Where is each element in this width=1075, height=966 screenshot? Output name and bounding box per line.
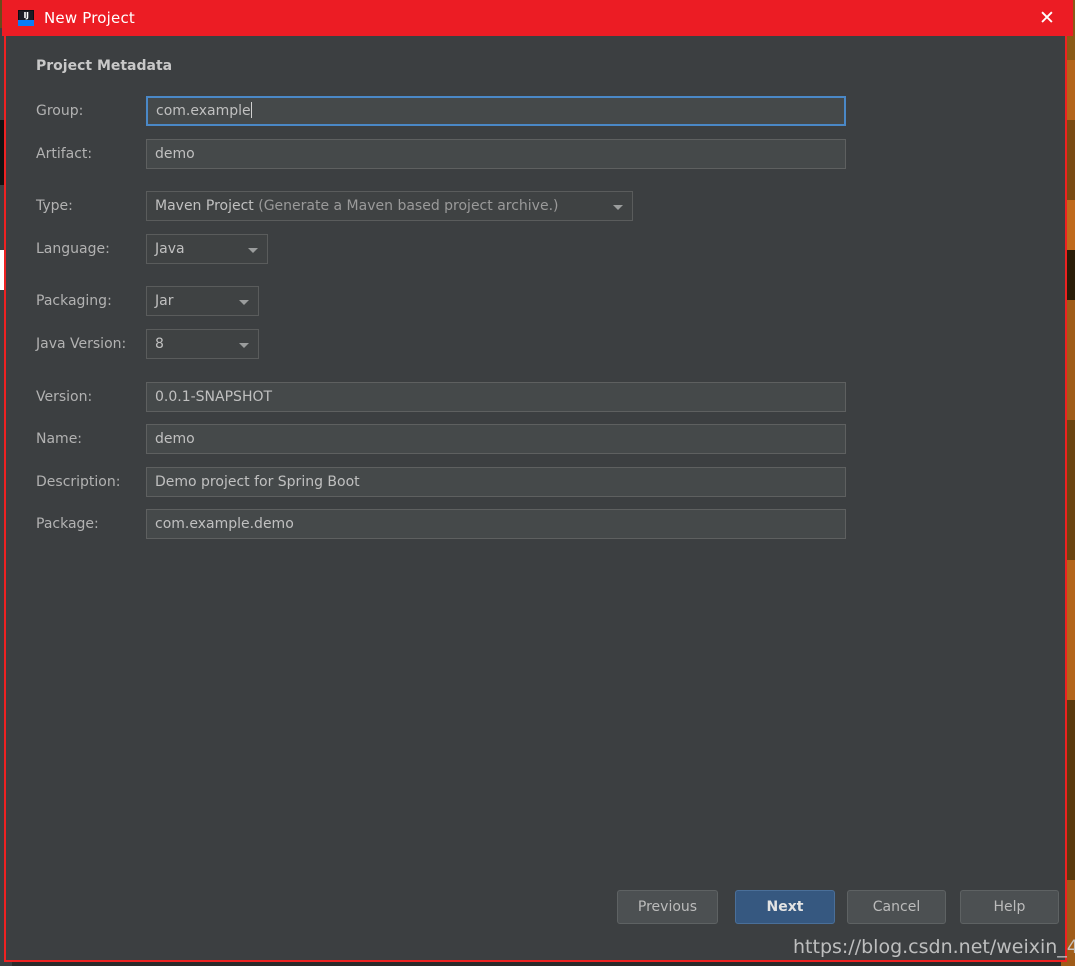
java-version-dropdown-value: 8 (155, 336, 164, 352)
next-button[interactable]: Next (735, 890, 835, 924)
type-dropdown-value: Maven Project (155, 198, 254, 214)
artifact-input[interactable]: demo (146, 139, 846, 169)
language-dropdown[interactable]: Java (146, 234, 268, 264)
label-artifact: Artifact: (36, 146, 93, 162)
dialog-title-bar: IJ New Project ✕ (2, 0, 1073, 36)
dialog-title: New Project (44, 9, 136, 27)
chevron-down-icon (239, 300, 249, 305)
dialog-footer: Previous Next Cancel Help (6, 890, 1065, 960)
page-title: Project Metadata (36, 58, 173, 74)
new-project-dialog: IJ New Project ✕ Project Metadata Group:… (2, 0, 1073, 962)
label-version: Version: (36, 389, 93, 405)
cancel-button[interactable]: Cancel (847, 890, 946, 924)
label-group: Group: (36, 103, 84, 119)
label-name: Name: (36, 431, 83, 447)
label-type: Type: (36, 198, 73, 214)
intellij-idea-icon: IJ (18, 10, 34, 26)
label-language: Language: (36, 241, 110, 257)
chevron-down-icon (613, 205, 623, 210)
text-caret (250, 102, 252, 118)
label-packaging: Packaging: (36, 293, 112, 309)
chevron-down-icon (239, 343, 249, 348)
chevron-down-icon (248, 248, 258, 253)
java-version-dropdown[interactable]: 8 (146, 329, 259, 359)
close-icon[interactable]: ✕ (1035, 7, 1059, 29)
dialog-body: Project Metadata Group: com.example Arti… (6, 36, 1065, 960)
group-input-value: com.example (156, 103, 251, 119)
packaging-dropdown-value: Jar (155, 293, 174, 309)
screen: IJ New Project ✕ Project Metadata Group:… (0, 0, 1075, 966)
packaging-dropdown[interactable]: Jar (146, 286, 259, 316)
type-dropdown[interactable]: Maven Project (Generate a Maven based pr… (146, 191, 633, 221)
version-input[interactable]: 0.0.1-SNAPSHOT (146, 382, 846, 412)
package-input[interactable]: com.example.demo (146, 509, 846, 539)
type-dropdown-hint: (Generate a Maven based project archive.… (258, 198, 559, 214)
previous-button[interactable]: Previous (617, 890, 718, 924)
description-input[interactable]: Demo project for Spring Boot (146, 467, 846, 497)
label-description: Description: (36, 474, 121, 490)
name-input[interactable]: demo (146, 424, 846, 454)
group-input[interactable]: com.example (146, 96, 846, 126)
label-package: Package: (36, 516, 99, 532)
language-dropdown-value: Java (155, 241, 185, 257)
label-java-version: Java Version: (36, 336, 127, 352)
help-button[interactable]: Help (960, 890, 1059, 924)
